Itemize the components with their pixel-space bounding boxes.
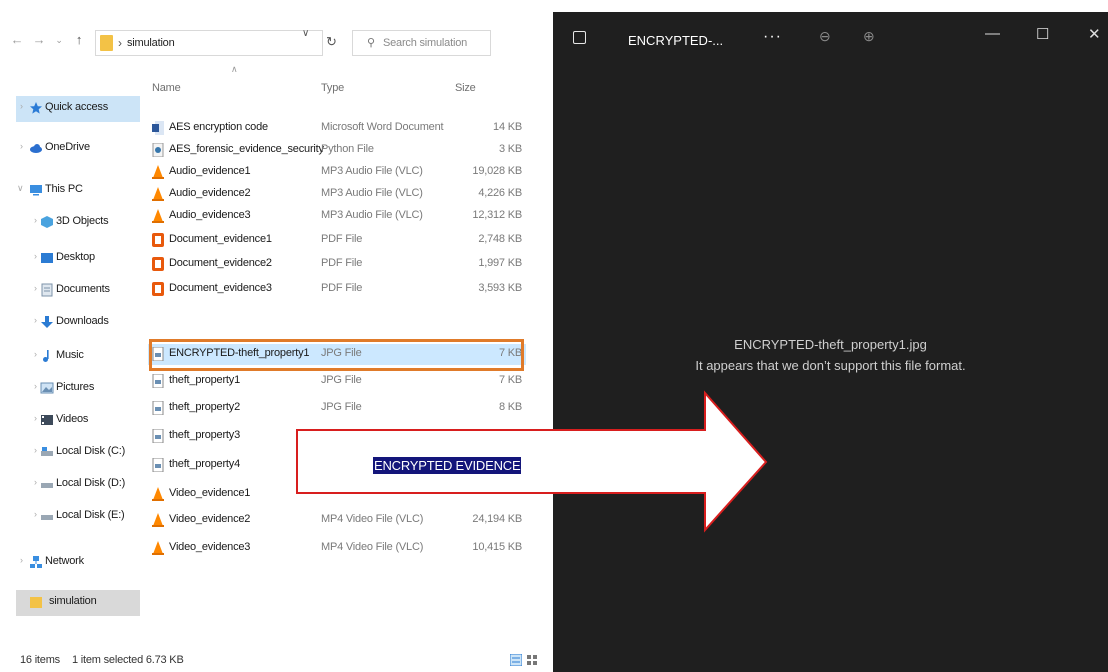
- arrow-shape: [296, 390, 768, 533]
- annotation-arrow: [296, 390, 768, 533]
- encrypted-evidence-label: ENCRYPTED EVIDENCE: [373, 457, 522, 474]
